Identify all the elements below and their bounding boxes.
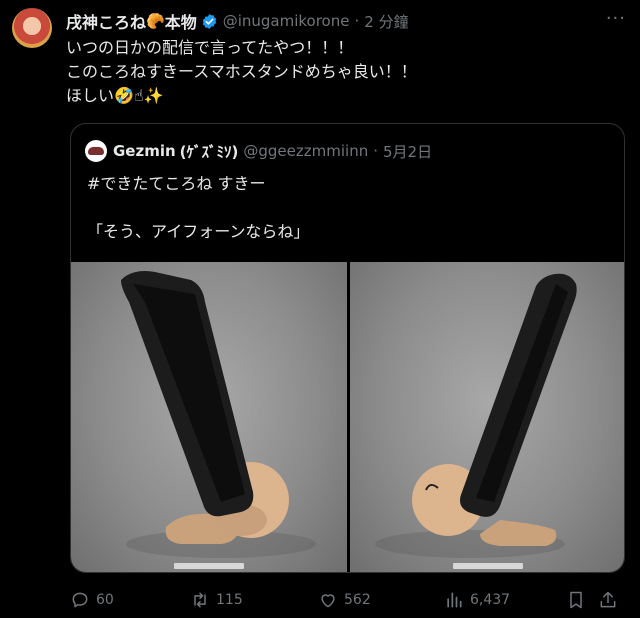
verified-badge-icon [202, 13, 216, 29]
sparkles-emoji-icon: ✨ [143, 86, 164, 105]
views-count: 6,437 [470, 592, 511, 608]
quote-author-avatar [85, 140, 107, 162]
quote-separator-dot: · [373, 142, 378, 160]
reply-icon [72, 592, 88, 608]
author-avatar[interactable] [12, 8, 52, 48]
pointing-up-emoji-icon: ☝ [133, 86, 144, 105]
author-tag: 本物 [164, 13, 197, 32]
more-icon[interactable]: ··· [606, 8, 626, 29]
repost-button[interactable]: 115 [190, 588, 243, 612]
quote-header: Gezmin (ｹﾞｽﾞﾐｿ) @ggeezzmmiinn · 5月2日 [85, 140, 432, 162]
quote-date: 5月2日 [383, 142, 433, 161]
quote-author-name-suffix: (ｹﾞｽﾞﾐｿ) [179, 142, 239, 161]
views-button[interactable]: 6,437 [444, 588, 510, 612]
media-image-left[interactable] [71, 262, 347, 572]
author-name: 戌神ころね [66, 13, 147, 32]
views-icon [447, 592, 462, 608]
quote-author-handle: @ggeezzmmiinn [243, 142, 369, 160]
image-toolbar-strip [453, 563, 523, 569]
phone-stand-render-right [375, 273, 577, 558]
quote-author-name: Gezmin [113, 142, 176, 160]
like-button[interactable]: 562 [318, 588, 371, 612]
rofl-emoji-icon: 🤣 [114, 86, 134, 105]
repost-icon [194, 592, 206, 608]
croissant-icon: 🥐 [146, 11, 165, 30]
bookmark-icon [570, 591, 582, 609]
author-handle[interactable]: @inugamikorone [223, 12, 350, 30]
tweet-header: 戌神ころね 🥐 本物 @inugamikorone · 2 分鐘 [66, 10, 409, 32]
author-name-link[interactable]: 戌神ころね 🥐 本物 [66, 9, 197, 33]
quote-text-block: #できたてころね すきー 「そう、アイフォーンならね」 [87, 172, 607, 244]
media-image-right[interactable] [350, 262, 624, 572]
like-icon [321, 594, 335, 608]
tweet-text-block: いつの日かの配信で言ってたやつ！！！ このころねすきースマホスタンドめちゃ良い！… [66, 36, 626, 108]
share-icon [600, 591, 616, 608]
image-toolbar-strip [174, 563, 244, 569]
quote-text: #できたてころね すきー 「そう、アイフォーンならね」 [87, 174, 310, 241]
share-button[interactable] [598, 588, 624, 612]
like-count: 562 [344, 592, 371, 608]
repost-count: 115 [216, 592, 243, 608]
quote-media-grid [71, 262, 624, 572]
tweet-timestamp[interactable]: 2 分鐘 [364, 11, 408, 32]
phone-stand-render-left [121, 271, 316, 558]
tweet-actions: 60 115 562 6,437 [70, 588, 625, 612]
reply-count: 60 [96, 592, 114, 608]
separator-dot: · [354, 12, 360, 30]
bookmark-button[interactable] [566, 588, 592, 612]
quoted-tweet[interactable]: Gezmin (ｹﾞｽﾞﾐｿ) @ggeezzmmiinn · 5月2日 #でき… [70, 123, 625, 573]
reply-button[interactable]: 60 [70, 588, 114, 612]
